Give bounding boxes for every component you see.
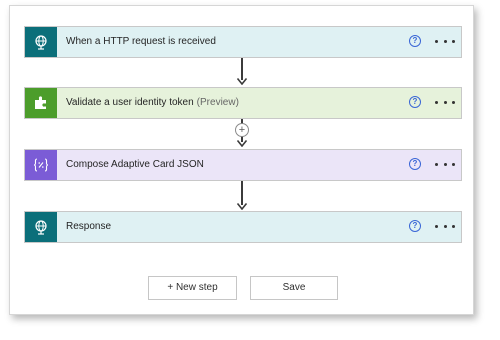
step-card-http-request[interactable]: When a HTTP request is received ?	[24, 26, 462, 58]
save-button[interactable]: Save	[250, 276, 338, 300]
more-options-icon[interactable]	[435, 220, 455, 232]
step-icon-box	[25, 27, 57, 57]
arrow-down-icon	[237, 203, 247, 210]
step-card-validate-token[interactable]: Validate a user identity token (Preview) …	[24, 87, 462, 119]
step-card-compose[interactable]: Compose Adaptive Card JSON ?	[24, 149, 462, 181]
step-title-text: Response	[66, 221, 112, 232]
curly-braces-icon	[33, 158, 49, 172]
insert-step-button[interactable]: +	[235, 123, 249, 137]
globe-request-icon	[35, 35, 47, 50]
step-icon-box	[25, 88, 57, 118]
help-icon[interactable]: ?	[409, 96, 421, 108]
new-step-button[interactable]: + New step	[148, 276, 237, 300]
arrow-down-icon	[237, 140, 247, 147]
puzzle-piece-icon	[35, 96, 46, 109]
step-title: Compose Adaptive Card JSON	[66, 150, 207, 180]
help-icon[interactable]: ?	[409, 35, 421, 47]
step-subtitle: (Preview)	[196, 97, 239, 108]
step-icon-box	[25, 212, 57, 242]
step-icon-box	[25, 150, 57, 180]
step-title: Response	[66, 212, 114, 242]
more-options-icon[interactable]	[435, 96, 455, 108]
step-title-text: Compose Adaptive Card JSON	[66, 159, 204, 170]
help-icon[interactable]: ?	[409, 158, 421, 170]
connector-line	[241, 58, 243, 80]
step-card-response[interactable]: Response ?	[24, 211, 462, 243]
step-title: When a HTTP request is received	[66, 27, 219, 57]
step-title-text: Validate a user identity token	[66, 97, 194, 108]
step-title-text: When a HTTP request is received	[66, 36, 216, 47]
globe-response-icon	[35, 220, 47, 235]
more-options-icon[interactable]	[435, 158, 455, 170]
more-options-icon[interactable]	[435, 35, 455, 47]
step-title: Validate a user identity token (Preview)	[66, 88, 239, 118]
help-icon[interactable]: ?	[409, 220, 421, 232]
connector-line	[241, 181, 243, 205]
arrow-down-icon	[237, 78, 247, 85]
